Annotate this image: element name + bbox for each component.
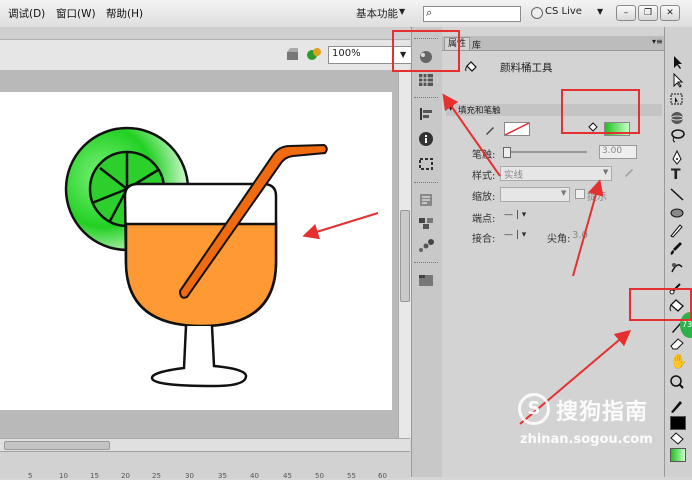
sogou-logo: S bbox=[518, 393, 550, 425]
watermark-text: 搜狗指南 bbox=[556, 400, 649, 425]
watermark-url: zhinan.sogou.com bbox=[520, 432, 653, 447]
